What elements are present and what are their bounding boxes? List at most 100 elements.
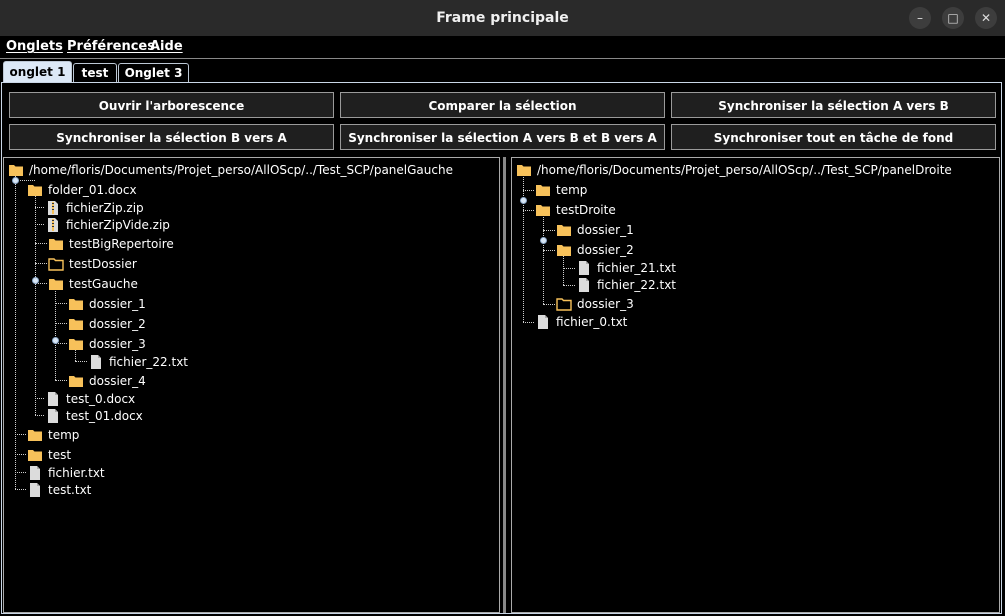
tree-node[interactable]: test_01.docx — [45, 407, 143, 425]
tree-node[interactable]: fichierZip.zip — [45, 199, 144, 217]
expand-toggle-icon[interactable] — [520, 197, 527, 204]
tree-node[interactable]: testGauche — [48, 275, 138, 293]
tree-node-label: dossier_3 — [577, 297, 634, 311]
tree-node[interactable]: test_0.docx — [45, 390, 135, 408]
tree-connector — [523, 190, 534, 191]
sync-b-to-a-button[interactable]: Synchroniser la sélection B vers A — [9, 124, 334, 150]
tree-node[interactable]: dossier_2 — [68, 315, 146, 333]
tree-connector — [543, 210, 544, 304]
tree-node-label: testDroite — [556, 203, 616, 217]
tree-node[interactable]: test — [27, 446, 71, 464]
right-tree-panel[interactable]: /home/floris/Documents/Projet_perso/AllO… — [511, 157, 1000, 613]
tree-connector — [55, 303, 67, 304]
file-icon — [45, 408, 61, 424]
tree-connector — [523, 170, 524, 322]
tree-node-label: test_01.docx — [66, 409, 143, 423]
expand-toggle-icon[interactable] — [32, 277, 39, 284]
tree-node[interactable]: fichier_22.txt — [88, 353, 188, 371]
zip-file-icon — [45, 200, 61, 216]
tree-node[interactable]: dossier_3 — [68, 335, 146, 353]
tree-connector — [35, 415, 44, 416]
folder-icon — [48, 236, 64, 252]
sync-a-to-b-button[interactable]: Synchroniser la sélection A vers B — [671, 92, 996, 118]
tree-node[interactable]: /home/floris/Documents/Projet_perso/AllO… — [516, 161, 952, 179]
tree-connector — [35, 207, 44, 208]
tab-content: Ouvrir l'arborescence Comparer la sélect… — [1, 82, 1002, 614]
tree-node[interactable]: test.txt — [27, 481, 91, 499]
folder-icon — [535, 202, 551, 218]
sync-all-background-button[interactable]: Synchroniser tout en tâche de fond — [671, 124, 996, 150]
tree-node[interactable]: testDossier — [48, 255, 137, 273]
window-title: Frame principale — [436, 10, 569, 26]
tree-node[interactable]: fichier.txt — [27, 464, 105, 482]
tree-node-label: /home/floris/Documents/Projet_perso/AllO… — [537, 163, 952, 177]
expand-toggle-icon[interactable] — [540, 237, 547, 244]
tree-node-label: /home/floris/Documents/Projet_perso/AllO… — [29, 163, 453, 177]
tree-connector — [15, 472, 26, 473]
menu-onglets[interactable]: Onglets — [6, 39, 63, 54]
tree-node-label: folder_01.docx — [48, 183, 137, 197]
open-tree-button[interactable]: Ouvrir l'arborescence — [9, 92, 334, 118]
tab-test[interactable]: test — [73, 63, 117, 82]
tree-node[interactable]: fichier_0.txt — [535, 313, 627, 331]
tree-connector — [35, 243, 47, 244]
folder-icon — [516, 162, 532, 178]
tree-node-label: fichierZip.zip — [66, 201, 144, 215]
menu-aide[interactable]: Aide — [150, 39, 183, 54]
compare-selection-button[interactable]: Comparer la sélection — [340, 92, 665, 118]
tree-node[interactable]: dossier_1 — [556, 221, 634, 239]
maximize-icon[interactable]: □ — [942, 7, 964, 29]
tree-connector — [15, 454, 26, 455]
folder-icon — [27, 427, 43, 443]
tree-node[interactable]: fichierZipVide.zip — [45, 216, 170, 234]
tab-bar: onglet 1 test Onglet 3 — [0, 58, 1005, 82]
tree-node[interactable]: temp — [535, 181, 587, 199]
tree-node-label: fichier_21.txt — [597, 261, 677, 275]
tab-onglet-1[interactable]: onglet 1 — [3, 61, 72, 82]
minimize-icon[interactable]: – — [909, 7, 931, 29]
folder-icon — [48, 276, 64, 292]
tree-node[interactable]: dossier_2 — [556, 241, 634, 259]
folder-icon — [27, 182, 43, 198]
tree-node[interactable]: dossier_1 — [68, 295, 146, 313]
tree-node[interactable]: temp — [27, 426, 79, 444]
tree-node[interactable]: fichier_21.txt — [576, 259, 676, 277]
tree-node-label: test_0.docx — [66, 392, 136, 406]
menu-preferences[interactable]: Préférences — [67, 39, 155, 54]
folder-icon — [68, 336, 84, 352]
tree-connector — [563, 268, 575, 269]
title-bar: Frame principale – □ ✕ — [0, 0, 1005, 36]
tree-connector — [15, 489, 26, 490]
tree-connector — [15, 434, 26, 435]
folder-icon — [68, 296, 84, 312]
folder-icon — [68, 373, 84, 389]
tree-node[interactable]: folder_01.docx — [27, 181, 137, 199]
tree-node-label: testDossier — [69, 257, 137, 271]
tree-connector — [55, 284, 56, 380]
tree-connector — [35, 398, 44, 399]
tree-node[interactable]: testBigRepertoire — [48, 235, 174, 253]
file-icon — [88, 354, 104, 370]
tree-node[interactable]: dossier_4 — [68, 372, 146, 390]
tree-node[interactable]: testDroite — [535, 201, 616, 219]
splitter[interactable] — [500, 157, 511, 613]
tree-node[interactable]: dossier_3 — [556, 295, 634, 313]
empty-folder-icon — [556, 296, 572, 312]
left-tree-panel[interactable]: /home/floris/Documents/Projet_perso/AllO… — [3, 157, 500, 613]
empty-folder-icon — [48, 256, 64, 272]
tree-node[interactable]: /home/floris/Documents/Projet_perso/AllO… — [8, 161, 453, 179]
file-icon — [535, 314, 551, 330]
folder-icon — [556, 242, 572, 258]
sync-both-ways-button[interactable]: Synchroniser la sélection A vers B et B … — [340, 124, 665, 150]
tree-node-label: fichier_22.txt — [597, 278, 677, 292]
splitter-handle[interactable] — [503, 157, 506, 613]
tree-connector — [35, 263, 47, 264]
close-icon[interactable]: ✕ — [975, 7, 997, 29]
folder-icon — [8, 162, 24, 178]
tree-node-label: dossier_1 — [577, 223, 634, 237]
tree-node-label: dossier_4 — [89, 374, 146, 388]
tree-node[interactable]: fichier_22.txt — [576, 276, 676, 294]
tab-onglet-3[interactable]: Onglet 3 — [118, 63, 189, 82]
expand-toggle-icon[interactable] — [52, 337, 59, 344]
tree-node-label: fichier_0.txt — [556, 315, 628, 329]
